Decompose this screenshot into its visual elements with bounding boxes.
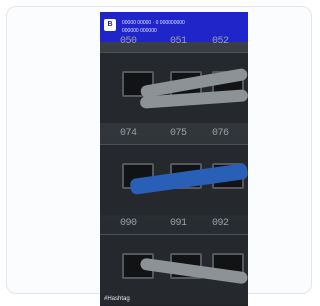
story-header-line1: 00000 00000 · 0 000000000 bbox=[122, 20, 185, 26]
network-patch-panel-photo: 050 051 052 074 075 076 090 091 092 bbox=[100, 36, 248, 306]
port-number-091: 091 bbox=[170, 218, 187, 229]
port-number-076: 076 bbox=[212, 128, 229, 139]
story-header-line2: 000000 000000 bbox=[122, 28, 157, 34]
port-number-075: 075 bbox=[170, 128, 187, 139]
port-number-090: 090 bbox=[120, 218, 137, 229]
publisher-logo: B bbox=[104, 19, 116, 31]
story-caption: #Hashtag bbox=[104, 296, 130, 302]
story-preview[interactable]: B 00000 00000 · 0 000000000 000000 00000… bbox=[100, 12, 248, 306]
patch-panel-row-3 bbox=[100, 234, 248, 305]
story-card[interactable]: B 00000 00000 · 0 000000000 000000 00000… bbox=[6, 6, 312, 306]
patch-panel-row-2 bbox=[100, 144, 248, 215]
port-number-050: 050 bbox=[120, 36, 137, 47]
patch-panel-row-1 bbox=[100, 52, 248, 123]
port-number-074: 074 bbox=[120, 128, 137, 139]
port-number-052: 052 bbox=[212, 36, 229, 47]
port-number-092: 092 bbox=[212, 218, 229, 229]
port-number-051: 051 bbox=[170, 36, 187, 47]
